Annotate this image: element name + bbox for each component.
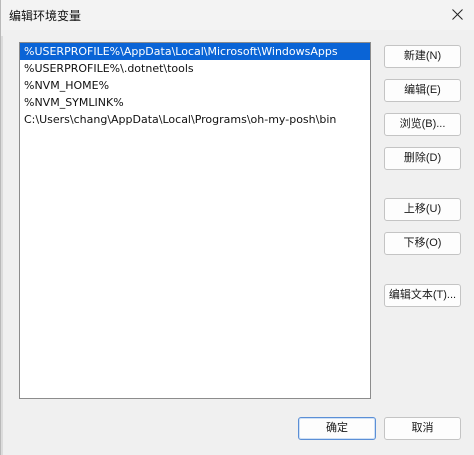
window-title: 编辑环境变量 (9, 9, 82, 23)
path-list[interactable]: %USERPROFILE%\AppData\Local\Microsoft\Wi… (19, 42, 371, 399)
list-item[interactable]: %USERPROFILE%\.dotnet\tools (20, 60, 370, 77)
list-item[interactable]: %NVM_SYMLINK% (20, 94, 370, 111)
edit-text-button[interactable]: 编辑文本(T)... (384, 284, 461, 307)
browse-button[interactable]: 浏览(B)... (384, 113, 461, 136)
list-item[interactable]: %NVM_HOME% (20, 77, 370, 94)
list-item[interactable]: %USERPROFILE%\AppData\Local\Microsoft\Wi… (20, 43, 370, 60)
delete-button[interactable]: 删除(D) (384, 147, 461, 170)
move-down-button[interactable]: 下移(O) (384, 232, 461, 255)
window-left-edge (1, 36, 3, 455)
move-up-button[interactable]: 上移(U) (384, 198, 461, 221)
title-bar[interactable]: 编辑环境变量 (1, 0, 474, 30)
list-item[interactable]: C:\Users\chang\AppData\Local\Programs\oh… (20, 111, 370, 128)
new-button[interactable]: 新建(N) (384, 45, 461, 68)
close-icon (452, 9, 463, 20)
edit-environment-variable-dialog: 编辑环境变量 %USERPROFILE%\AppData\Local\Micro… (0, 0, 474, 455)
ok-button[interactable]: 确定 (298, 417, 376, 440)
cancel-button[interactable]: 取消 (384, 417, 461, 440)
edit-button[interactable]: 编辑(E) (384, 79, 461, 102)
close-button[interactable] (439, 0, 474, 30)
